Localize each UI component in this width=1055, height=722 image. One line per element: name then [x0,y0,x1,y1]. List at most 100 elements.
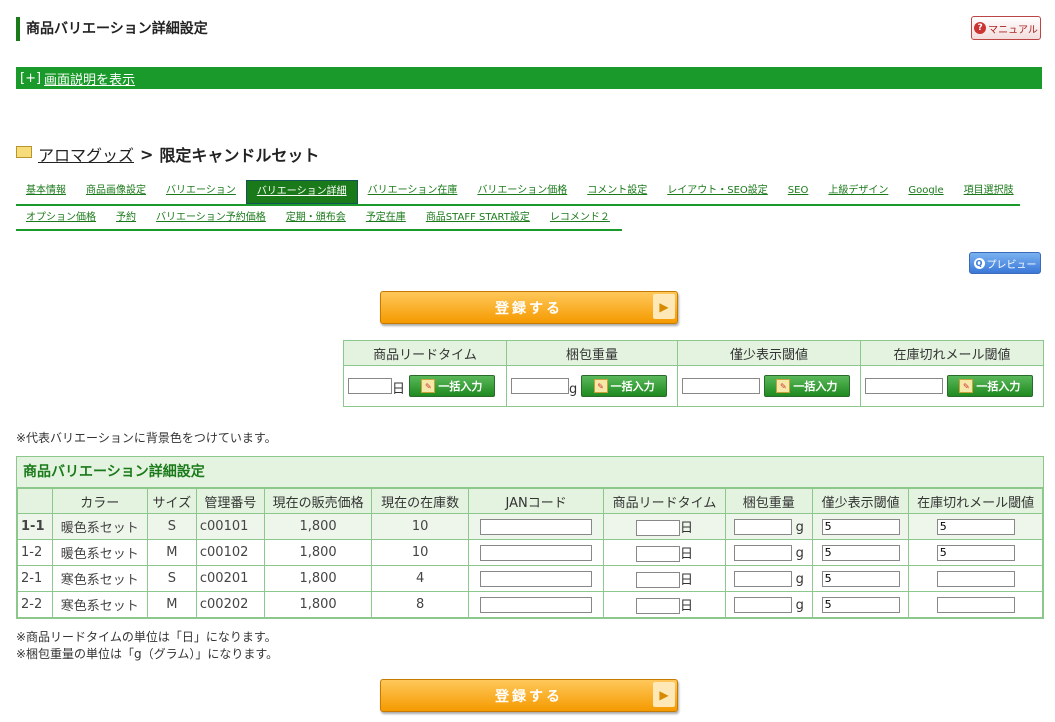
cell-jan [467,513,605,540]
tab-bar-row1: 基本情報 商品画像設定 バリエーション バリエーション詳細 バリエーション在庫 バリエーシ… [16,180,1020,206]
bulk-low-input[interactable] [682,378,760,394]
page-title: 商品バリエーション詳細設定 [16,17,208,41]
weight-input[interactable] [733,544,792,561]
bulk-out-button[interactable]: ✎ 一括入力 [946,375,1033,397]
row-number: 2-2 [17,591,53,618]
help-link[interactable]: 画面説明を表示 [44,69,135,88]
weight-input[interactable] [733,518,792,535]
cell-stock: 4 [371,565,469,592]
tab-row2-5[interactable]: 商品STAFF START設定 [416,207,540,229]
weight-input[interactable] [733,570,792,587]
weight-unit: g [795,597,804,613]
cell-stock: 8 [371,591,469,618]
low-threshold-input[interactable] [821,596,900,613]
submit-button-top[interactable]: 登録する ▶ [380,291,678,324]
breadcrumb: アロマグッズ > 限定キャンドルセット [16,142,319,166]
out-threshold-input[interactable] [936,570,1015,587]
tab-row1-9[interactable]: 上級デザイン [818,180,898,202]
cell-code: c00101 [195,513,265,540]
lead-unit: 日 [679,573,693,588]
lead-time-input[interactable] [635,520,680,536]
row-number: 1-1 [17,513,53,540]
bulk-weight-input[interactable] [511,378,569,394]
tab-row1-3[interactable]: バリエーション詳細 [245,180,358,204]
weight-unit: g [569,382,578,397]
tab-row1-8[interactable]: SEO [778,180,819,202]
cell-low [811,539,910,566]
cell-weight: g [724,539,813,566]
submit-button-bottom[interactable]: 登録する ▶ [380,679,678,712]
low-threshold-input[interactable] [821,544,900,561]
submit-label: 登録する [495,688,563,705]
jan-input[interactable] [480,596,593,613]
tab-row1-2[interactable]: バリエーション [156,180,246,202]
breadcrumb-category-link[interactable]: アロマグッズ [38,142,134,166]
note-weight-unit: ※梱包重量の単位は「g（グラム）」になります。 [16,647,279,661]
out-threshold-input[interactable] [936,518,1015,535]
breadcrumb-product: 限定キャンドルセット [159,146,320,165]
bulk-weight-button[interactable]: ✎ 一括入力 [581,375,668,397]
column-header-1: カラー [51,488,148,514]
bulk-button-label: 一括入力 [610,380,655,393]
low-threshold-input[interactable] [821,570,900,587]
tab-row1-6[interactable]: コメント設定 [577,180,657,202]
cell-jan [467,591,605,618]
tab-row2-0[interactable]: オプション価格 [16,207,106,229]
tab-row2-3[interactable]: 定期・頒布会 [276,207,356,229]
bulk-button-label: 一括入力 [976,380,1021,393]
tab-row1-5[interactable]: バリエーション価格 [467,180,577,202]
column-header-8: 梱包重量 [724,488,813,514]
jan-input[interactable] [480,544,593,561]
cell-size: M [146,539,197,566]
bulk-low-button[interactable]: ✎ 一括入力 [763,375,850,397]
weight-input[interactable] [733,596,792,613]
bulk-cell-weight: g ✎ 一括入力 [506,365,678,407]
tab-row1-10[interactable]: Google [898,180,953,202]
bulk-cell-lead: 日 ✎ 一括入力 [343,365,507,407]
lead-time-input[interactable] [635,546,680,562]
column-header-10: 在庫切れメール閾値 [908,488,1043,514]
tab-row1-4[interactable]: バリエーション在庫 [358,180,468,202]
jan-input[interactable] [480,518,593,535]
lead-time-input[interactable] [635,598,680,614]
cell-weight: g [724,565,813,592]
arrow-right-icon: ▶ [653,682,675,707]
detail-title: 商品バリエーション詳細設定 [17,457,1043,488]
bulk-header-lead: 商品リードタイム [343,340,507,366]
tab-row2-6[interactable]: レコメンド２ [540,207,620,229]
cell-out [908,539,1043,566]
lead-unit: 日 [679,599,693,614]
preview-icon: Q [973,257,985,269]
lead-time-input[interactable] [635,572,680,588]
low-threshold-input[interactable] [821,518,900,535]
tab-row2-2[interactable]: バリエーション予約価格 [146,207,276,229]
cell-size: S [146,513,197,540]
tab-row1-0[interactable]: 基本情報 [16,180,76,202]
cell-size: S [146,565,197,592]
tab-row1-11[interactable]: 項目選択肢 [954,180,1024,202]
bulk-out-input[interactable] [865,378,943,394]
out-threshold-input[interactable] [936,596,1015,613]
manual-button[interactable]: ? マニュアル [971,16,1041,40]
bulk-lead-button[interactable]: ✎ 一括入力 [408,375,495,397]
column-header-3: 管理番号 [195,488,265,514]
out-threshold-input[interactable] [936,544,1015,561]
cell-jan [467,539,605,566]
cell-weight: g [724,513,813,540]
cell-low [811,565,910,592]
tab-row2-1[interactable]: 予約 [106,207,146,229]
tab-row2-4[interactable]: 予定在庫 [356,207,416,229]
help-toggle[interactable]: [+] [20,71,41,86]
bulk-lead-input[interactable] [348,378,392,394]
preview-button[interactable]: Q プレビュー [969,252,1041,274]
cell-price: 1,800 [263,591,373,618]
tab-row1-1[interactable]: 商品画像設定 [76,180,156,202]
table-row: 2-2 寒色系セット Mc00202 1,800 8 日 g [17,591,1043,618]
jan-input[interactable] [480,570,593,587]
cell-out [908,513,1043,540]
row-number: 1-2 [17,539,53,566]
bulk-cell-out: ✎ 一括入力 [860,365,1044,407]
weight-unit: g [795,545,804,561]
cell-color: 寒色系セット [51,565,148,592]
tab-row1-7[interactable]: レイアウト・SEO設定 [657,180,778,202]
